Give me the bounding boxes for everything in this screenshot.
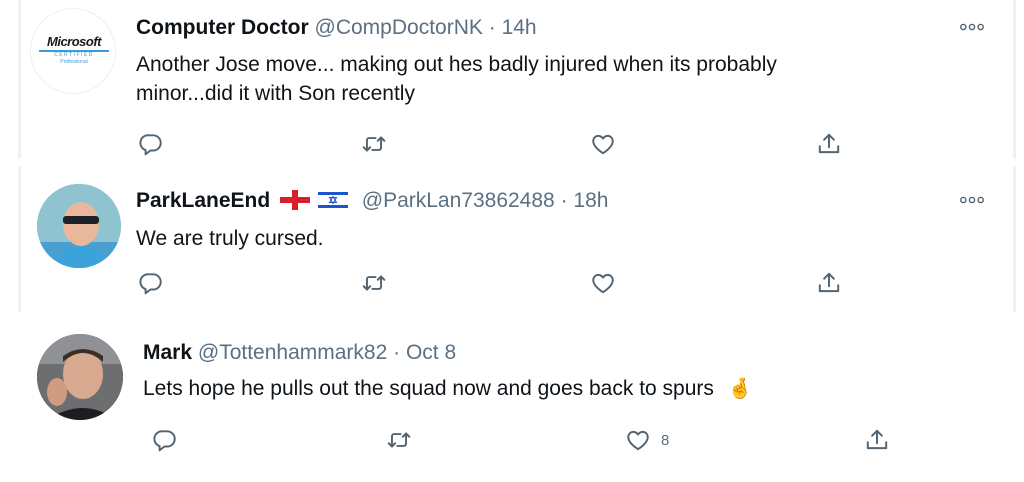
divider <box>18 0 21 158</box>
microsoft-certified-logo: Microsoft CERTIFIED Professional <box>39 35 109 65</box>
like-icon[interactable] <box>625 427 651 453</box>
tweet[interactable]: ParkLaneEnd @ParkLan73862488 · 18h We ar… <box>18 166 1016 312</box>
tweet[interactable]: Microsoft CERTIFIED Professional Compute… <box>18 0 1016 158</box>
share-icon[interactable] <box>864 427 890 453</box>
like-icon[interactable] <box>590 270 616 296</box>
tweet-header: Computer Doctor @CompDoctorNK · 14h <box>136 15 537 41</box>
reply-icon[interactable] <box>138 270 164 296</box>
retweet-icon[interactable] <box>386 427 412 453</box>
divider <box>1013 166 1016 312</box>
avatar-photo <box>37 184 121 268</box>
more-icon[interactable] <box>959 194 985 206</box>
tweet-header: Mark @Tottenhammark82 · Oct 8 <box>143 340 456 366</box>
more-icon[interactable] <box>959 21 985 33</box>
like-count: 8 <box>661 431 670 449</box>
divider <box>18 166 21 312</box>
separator: · <box>393 341 401 364</box>
tweet-text: Another Jose move... making out hes badl… <box>136 53 777 105</box>
retweet-icon[interactable] <box>361 131 387 157</box>
timestamp[interactable]: 18h <box>573 189 608 212</box>
share-icon[interactable] <box>816 270 842 296</box>
tweet-text: Lets hope he pulls out the squad now and… <box>143 377 753 400</box>
tweet-header: ParkLaneEnd @ParkLan73862488 · 18h <box>136 188 608 214</box>
reply-icon[interactable] <box>138 131 164 157</box>
display-name[interactable]: ParkLaneEnd <box>136 189 270 212</box>
divider <box>1013 0 1016 158</box>
reply-icon[interactable] <box>152 427 178 453</box>
separator: · <box>488 16 496 39</box>
england-flag-icon <box>280 190 311 210</box>
tweet-text: We are truly cursed. <box>136 227 324 250</box>
avatar[interactable] <box>37 184 121 268</box>
avatar[interactable]: Microsoft CERTIFIED Professional <box>30 8 116 94</box>
user-handle[interactable]: @Tottenhammark82 <box>198 341 387 364</box>
like-button[interactable]: 8 <box>625 427 669 453</box>
israel-flag-icon <box>317 190 348 210</box>
user-handle[interactable]: @ParkLan73862488 <box>362 189 555 212</box>
user-handle[interactable]: @CompDoctorNK <box>315 16 483 39</box>
share-icon[interactable] <box>816 131 842 157</box>
avatar-photo <box>37 334 123 420</box>
retweet-icon[interactable] <box>361 270 387 296</box>
display-name[interactable]: Computer Doctor <box>136 16 309 39</box>
avatar[interactable] <box>37 334 123 420</box>
display-name[interactable]: Mark <box>143 341 192 364</box>
timestamp[interactable]: Oct 8 <box>406 341 456 364</box>
crossed-fingers-emoji: 🤞 <box>727 378 753 400</box>
like-icon[interactable] <box>590 131 616 157</box>
tweet[interactable]: Mark @Tottenhammark82 · Oct 8 Lets hope … <box>22 326 1022 476</box>
separator: · <box>560 189 568 212</box>
timestamp[interactable]: 14h <box>502 16 537 39</box>
